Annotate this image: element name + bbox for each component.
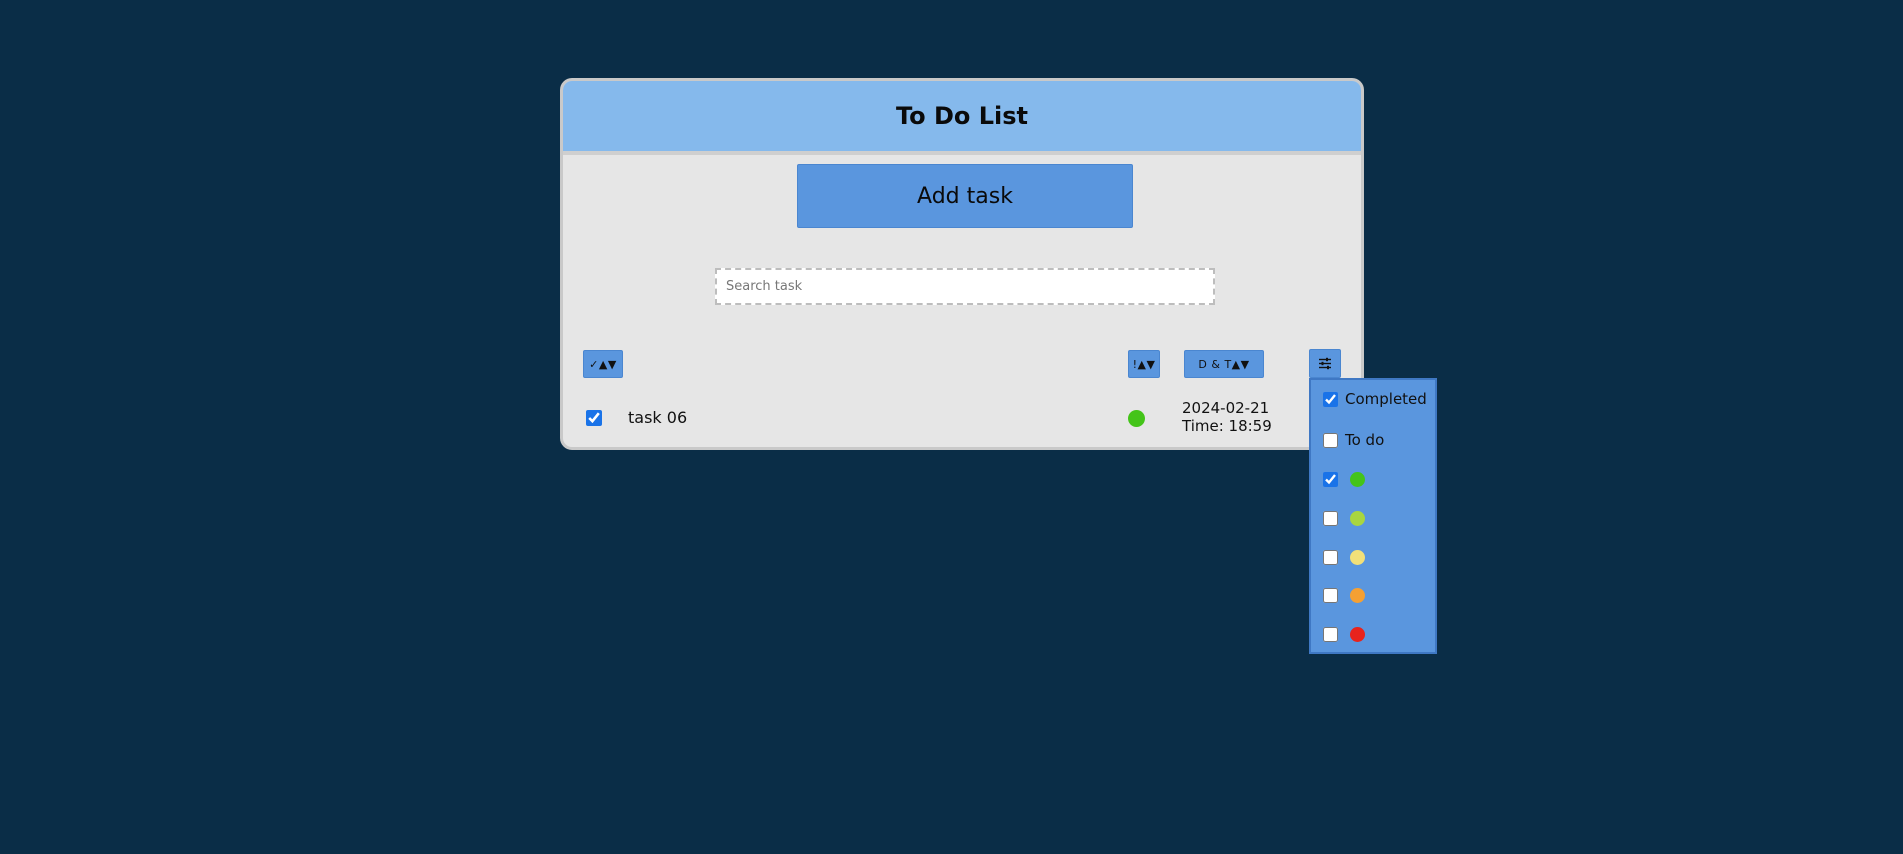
sort-priority-button[interactable]: !▲▼	[1128, 350, 1160, 378]
task-time: Time: 18:59	[1182, 417, 1272, 435]
filter-priority-3[interactable]	[1323, 547, 1365, 567]
card-header: To Do List	[563, 81, 1361, 155]
filter-priority-checkbox[interactable]	[1323, 626, 1338, 642]
filter-option-todo[interactable]: To do	[1323, 430, 1384, 450]
filter-completed-checkbox[interactable]	[1323, 391, 1338, 407]
filter-priority-1[interactable]	[1323, 469, 1365, 489]
page-title: To Do List	[895, 102, 1029, 130]
todo-card: To Do List Add task ✓▲▼ !▲▼ D & T▲▼ task…	[560, 78, 1364, 450]
sort-completed-button[interactable]: ✓▲▼	[583, 350, 623, 378]
priority-dot	[1350, 587, 1365, 603]
search-input[interactable]	[715, 268, 1215, 305]
filter-priority-5[interactable]	[1323, 624, 1365, 644]
task-complete-checkbox[interactable]	[586, 410, 602, 426]
filter-todo-checkbox[interactable]	[1323, 432, 1338, 448]
priority-dot	[1128, 410, 1145, 427]
sliders-icon	[1319, 357, 1331, 370]
filter-option-label: Completed	[1345, 390, 1427, 408]
filter-button[interactable]	[1309, 349, 1341, 378]
task-name: task 06	[628, 408, 688, 427]
priority-dot	[1350, 549, 1365, 565]
sort-date-button[interactable]: D & T▲▼	[1184, 350, 1264, 378]
task-datetime: 2024-02-21 Time: 18:59	[1182, 399, 1272, 435]
filter-priority-checkbox[interactable]	[1323, 510, 1338, 526]
filter-priority-checkbox[interactable]	[1323, 471, 1338, 487]
task-row: task 06 2024-02-21 Time: 18:59	[563, 399, 1361, 443]
filter-menu: Completed To do	[1309, 378, 1437, 654]
filter-priority-checkbox[interactable]	[1323, 587, 1338, 603]
priority-dot	[1350, 510, 1365, 526]
filter-option-completed[interactable]: Completed	[1323, 389, 1427, 409]
add-task-button[interactable]: Add task	[797, 164, 1133, 228]
filter-priority-2[interactable]	[1323, 508, 1365, 528]
priority-dot	[1350, 471, 1365, 487]
priority-dot	[1350, 626, 1365, 642]
filter-priority-4[interactable]	[1323, 585, 1365, 605]
task-date: 2024-02-21	[1182, 399, 1270, 417]
filter-priority-checkbox[interactable]	[1323, 549, 1338, 565]
filter-option-label: To do	[1345, 431, 1385, 449]
